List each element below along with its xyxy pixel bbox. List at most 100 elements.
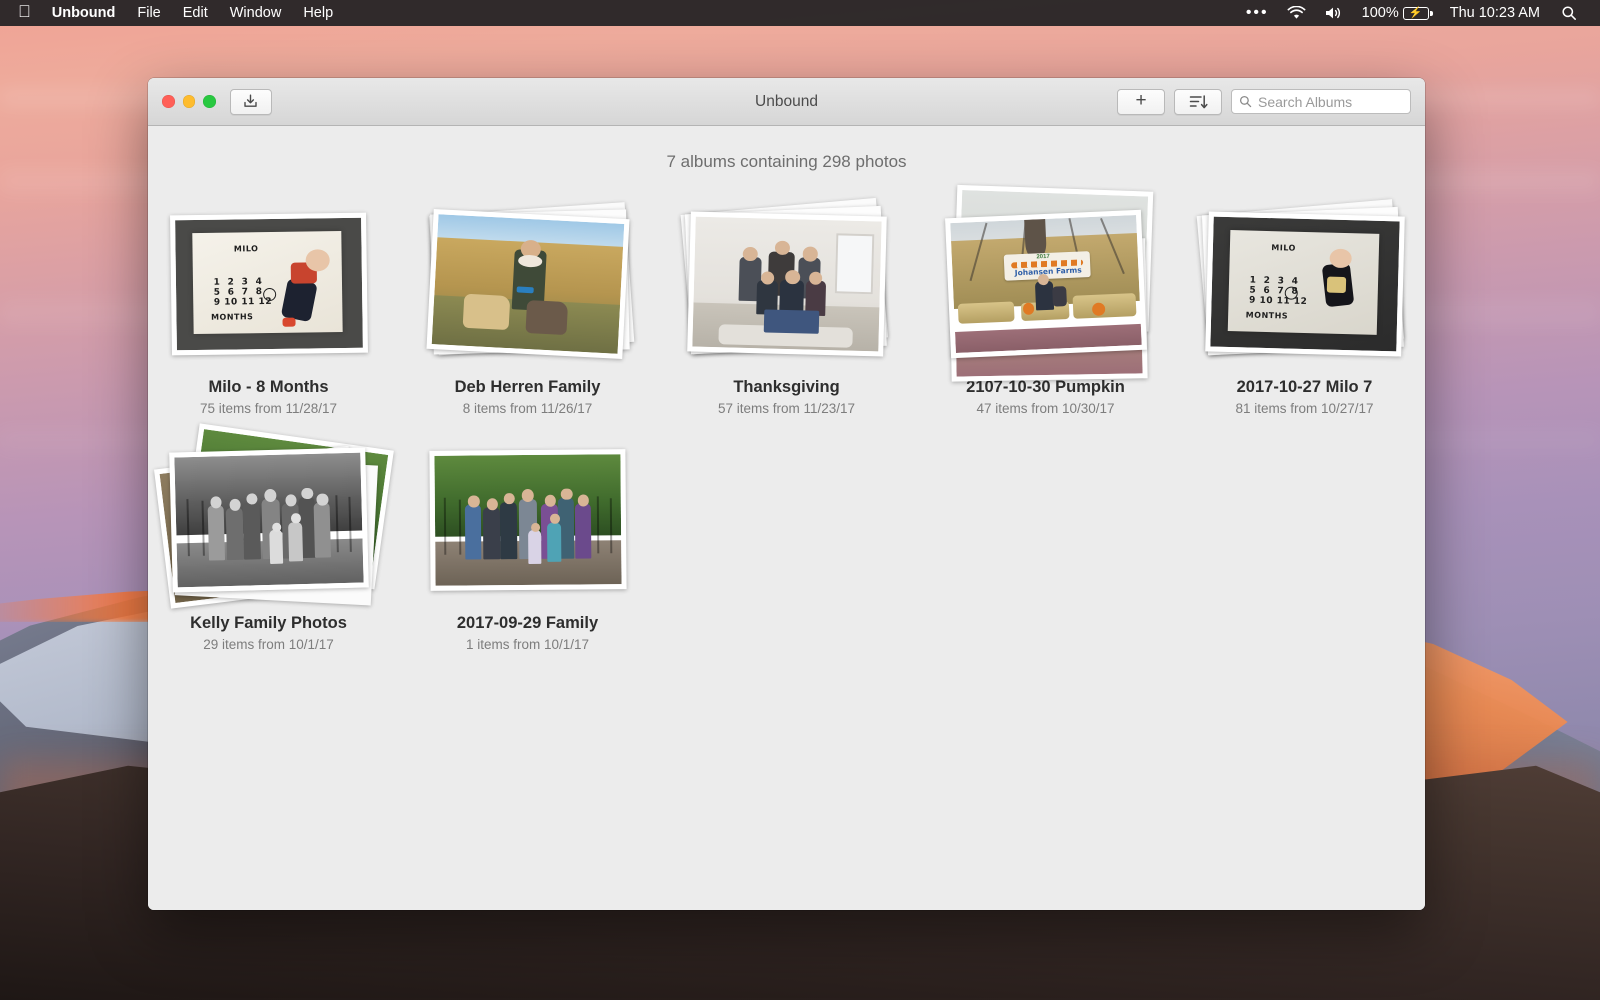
bridge-railing: [458, 500, 460, 555]
person-figure: [313, 503, 331, 558]
patch-ground: [955, 324, 1142, 353]
person-head: [809, 272, 822, 285]
album-cover-photo: [169, 447, 369, 592]
blanket-name-text: MILO: [233, 244, 258, 253]
person-head: [578, 495, 589, 507]
sort-button[interactable]: [1174, 89, 1222, 115]
menu-item-edit[interactable]: Edit: [172, 0, 219, 26]
search-icon: [1239, 95, 1252, 108]
seated-legs: [763, 309, 819, 334]
album-subtitle: 1 items from 10/1/17: [466, 637, 589, 652]
album-item[interactable]: 2017: [918, 198, 1173, 416]
album-thumbnail-stack[interactable]: [423, 434, 633, 606]
child-figure: [287, 522, 303, 561]
person-head: [522, 489, 534, 502]
add-album-button[interactable]: +: [1117, 89, 1165, 115]
blanket-numbers-text: 1 2 3 4 5 6 7 8 9 10 11 12: [1248, 275, 1307, 307]
battery-charging-icon: ⚡: [1403, 7, 1429, 20]
zoom-button[interactable]: [203, 95, 216, 108]
album-thumbnail-stack[interactable]: MILO 1 2 3 4 5 6 7 8 9 10 11 12 MONTHS: [164, 198, 374, 370]
person-figure: [207, 506, 225, 561]
window-titlebar: Unbound +: [148, 78, 1425, 126]
person-figure: [242, 502, 260, 560]
wifi-icon[interactable]: [1278, 6, 1315, 20]
desktop-wallpaper:  Unbound File Edit Window Help •••: [0, 0, 1600, 1000]
person-figure: [483, 507, 500, 559]
person-figure: [225, 508, 243, 560]
person-head: [544, 495, 555, 507]
bridge-railing: [596, 496, 598, 553]
album-title: Kelly Family Photos: [190, 614, 347, 633]
room-window: [835, 233, 874, 294]
milestone-blanket: MILO 1 2 3 4 5 6 7 8 9 10 11 12 MONTHS: [192, 231, 342, 334]
photo-family-on-bridge-bw: [174, 453, 363, 588]
photo-family-group-white-room: [692, 217, 881, 352]
menu-item-unbound[interactable]: Unbound: [39, 0, 127, 26]
pumpkin: [1022, 303, 1034, 315]
album-cover-photo: [687, 211, 887, 356]
album-item[interactable]: Kelly Family Photos 29 items from 10/1/1…: [148, 434, 396, 652]
hay-bale-left: [957, 301, 1014, 324]
blanket-circled-month: [1284, 286, 1297, 299]
album-item[interactable]: Thanksgiving 57 items from 11/23/17: [659, 198, 914, 416]
person-head: [785, 270, 800, 285]
album-thumbnail-stack[interactable]: 2017: [941, 198, 1151, 370]
album-subtitle: 47 items from 10/30/17: [976, 401, 1114, 416]
album-thumbnail-stack[interactable]: [164, 434, 374, 606]
person-head: [486, 498, 497, 510]
menu-bar-left:  Unbound File Edit Window Help: [16, 0, 344, 26]
album-item[interactable]: MILO 1 2 3 4 5 6 7 8 9 10 11 12 MONTHS: [1177, 198, 1425, 416]
import-button[interactable]: [230, 89, 272, 115]
album-title: 2017-09-29 Family: [457, 614, 598, 633]
album-item[interactable]: MILO 1 2 3 4 5 6 7 8 9 10 11 12 MONTHS: [148, 198, 396, 416]
album-item[interactable]: 2017-09-29 Family 1 items from 10/1/17: [400, 434, 655, 652]
import-download-icon: [242, 93, 259, 110]
minimize-button[interactable]: [183, 95, 196, 108]
person-head: [742, 246, 757, 261]
blanket-circled-month: [262, 288, 275, 301]
child-head: [271, 522, 281, 531]
apple-logo-icon[interactable]: : [16, 0, 39, 25]
child-head: [291, 513, 301, 524]
menu-overflow-icon[interactable]: •••: [1237, 0, 1278, 26]
album-cover-photo: MILO 1 2 3 4 5 6 7 8 9 10 11 12 MONTHS: [170, 213, 368, 356]
photo-family-on-bridge-color: [434, 454, 621, 586]
album-subtitle: 8 items from 11/26/17: [463, 401, 593, 416]
traffic-light-group: [162, 95, 216, 108]
unbound-app-window: Unbound +: [148, 78, 1425, 910]
album-thumbnail-stack[interactable]: [682, 198, 892, 370]
photo-pumpkin-patch: 2017 Johansen Farms: [950, 215, 1141, 353]
child-figure: [269, 530, 283, 564]
album-cover-photo: [429, 449, 626, 591]
menu-item-window[interactable]: Window: [219, 0, 293, 26]
photo-milestone-blanket-dark: MILO 1 2 3 4 5 6 7 8 9 10 11 12 MONTHS: [1210, 217, 1399, 352]
second-dog: [525, 300, 568, 336]
volume-icon[interactable]: [1315, 6, 1353, 20]
search-albums-field[interactable]: Search Albums: [1231, 89, 1411, 114]
bridge-railing: [609, 498, 611, 553]
person-head: [229, 499, 240, 511]
album-grid: MILO 1 2 3 4 5 6 7 8 9 10 11 12 MONTHS: [148, 198, 1425, 652]
album-cover-photo: 2017 Johansen Farms: [945, 210, 1147, 358]
album-thumbnail-stack[interactable]: [423, 198, 633, 370]
leash: [516, 286, 533, 293]
person-figure: [464, 505, 481, 560]
spotlight-search-icon[interactable]: [1552, 5, 1586, 21]
menu-item-file[interactable]: File: [126, 0, 171, 26]
close-button[interactable]: [162, 95, 175, 108]
menu-bar-clock[interactable]: Thu 10:23 AM: [1438, 0, 1552, 26]
album-item[interactable]: Deb Herren Family 8 items from 11/26/17: [400, 198, 655, 416]
baby-shoe: [282, 317, 295, 326]
golden-retriever: [462, 294, 510, 330]
battery-percent-label: 100%: [1362, 0, 1399, 26]
battery-status[interactable]: 100% ⚡: [1353, 0, 1438, 26]
album-title: Thanksgiving: [733, 378, 839, 397]
album-cover-photo: [426, 209, 629, 359]
album-thumbnail-stack[interactable]: MILO 1 2 3 4 5 6 7 8 9 10 11 12 MONTHS: [1200, 198, 1410, 370]
menu-item-help[interactable]: Help: [292, 0, 344, 26]
toolbar-right-group: +: [1117, 89, 1411, 115]
album-title: 2017-10-27 Milo 7: [1237, 378, 1373, 397]
menu-bar-status-area: ••• 100% ⚡ Thu: [1237, 0, 1586, 26]
search-input-text[interactable]: Search Albums: [1258, 94, 1352, 110]
blanket-months-text: MONTHS: [210, 312, 252, 322]
